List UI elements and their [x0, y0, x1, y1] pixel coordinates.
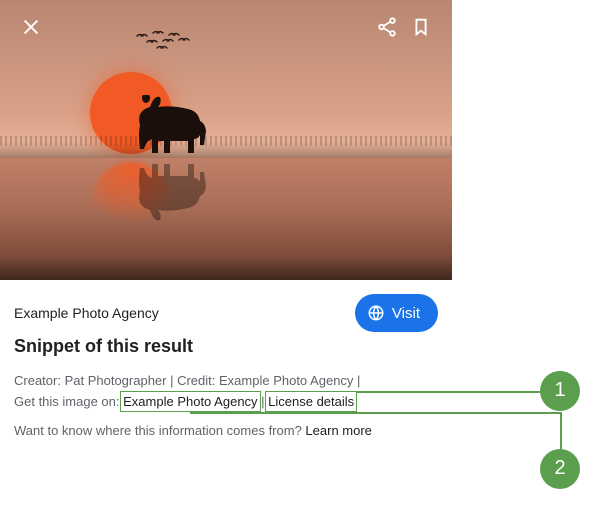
visit-label: Visit: [392, 305, 420, 322]
bookmark-icon: [410, 16, 432, 38]
provider-link[interactable]: Example Photo Agency: [123, 394, 257, 409]
info-panel: Example Photo Agency Visit Snippet of th…: [0, 280, 452, 454]
creator-value: Pat Photographer: [65, 373, 167, 388]
get-image-label: Get this image on:: [14, 394, 123, 409]
callout-line-1: [357, 391, 540, 393]
callout-2: 2: [540, 449, 580, 489]
elephant-reflection: [120, 160, 210, 222]
credit-label: Credit:: [177, 373, 219, 388]
water-reflection: [0, 158, 452, 280]
info-source-prompt: Want to know where this information come…: [14, 423, 438, 438]
callout-line-2v: [560, 412, 562, 449]
close-icon: [20, 16, 42, 38]
close-button[interactable]: [14, 10, 48, 44]
hero-image: [0, 0, 452, 280]
creator-label: Creator:: [14, 373, 65, 388]
license-details-link[interactable]: License details: [268, 394, 354, 409]
source-name: Example Photo Agency: [14, 305, 355, 321]
image-result-card: Example Photo Agency Visit Snippet of th…: [0, 0, 452, 454]
info-header-row: Example Photo Agency Visit: [14, 294, 438, 332]
credit-value: Example Photo Agency: [219, 373, 353, 388]
learn-more-link[interactable]: Learn more: [305, 423, 371, 438]
callout-1: 1: [540, 371, 580, 411]
hero-topbar: [0, 0, 452, 54]
bookmark-button[interactable]: [404, 10, 438, 44]
visit-button[interactable]: Visit: [355, 294, 438, 332]
result-snippet: Snippet of this result: [14, 336, 438, 357]
callout-line-2h: [190, 412, 560, 414]
share-button[interactable]: [370, 10, 404, 44]
want-text: Want to know where this information come…: [14, 423, 305, 438]
share-icon: [376, 16, 398, 38]
elephant-silhouette: [120, 95, 210, 157]
globe-icon: [367, 304, 385, 322]
